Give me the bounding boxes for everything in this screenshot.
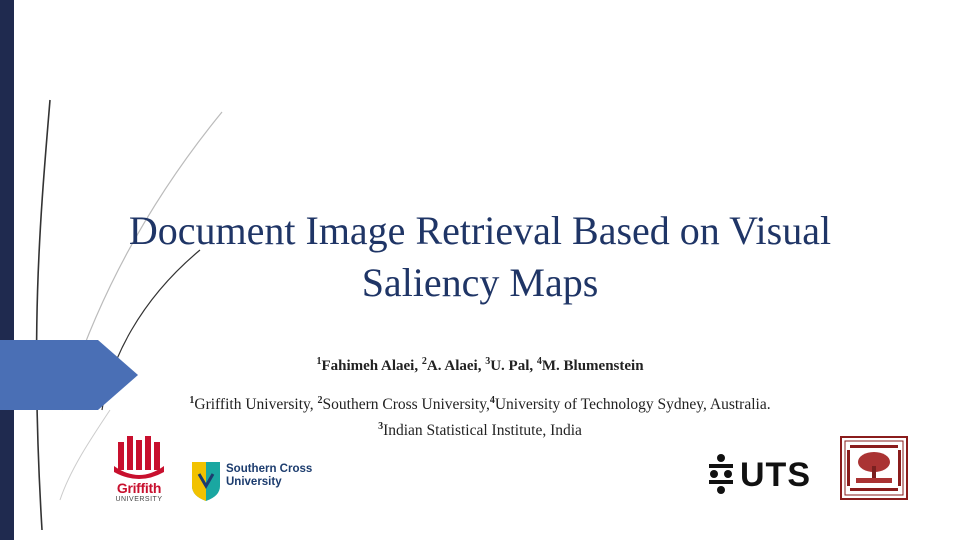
isi-seal-logo xyxy=(840,436,908,500)
uts-logo: UTS xyxy=(706,452,822,500)
left-accent-bar xyxy=(0,0,14,540)
affil-2: Southern Cross University, xyxy=(322,396,490,413)
affil-1: Griffith University, xyxy=(194,396,318,413)
uts-emblem-icon xyxy=(709,454,733,494)
author-4: M. Blumenstein xyxy=(541,358,644,374)
affiliations: 1Griffith University, 2Southern Cross Un… xyxy=(110,390,850,442)
isi-seal-icon xyxy=(840,436,908,500)
scu-wordmark: Southern Cross University xyxy=(226,463,312,489)
affil-3: Indian Statistical Institute, India xyxy=(383,422,582,439)
griffith-subtext: UNIVERSITY xyxy=(115,496,163,503)
uts-wordmark: UTS xyxy=(740,456,811,494)
griffith-emblem-icon xyxy=(114,436,164,479)
scu-shield-icon xyxy=(192,462,220,501)
author-list: 1Fahimeh Alaei, 2A. Alaei, 3U. Pal, 4M. … xyxy=(180,356,780,375)
author-1: Fahimeh Alaei, xyxy=(321,358,422,374)
griffith-wordmark: Griffith xyxy=(116,480,162,496)
affiliations-line-1: 1Griffith University, 2Southern Cross Un… xyxy=(110,390,850,416)
author-3: U. Pal, xyxy=(490,358,537,374)
scu-logo: Southern Cross University xyxy=(190,460,320,504)
griffith-logo: Griffith UNIVERSITY xyxy=(108,436,170,506)
affiliations-line-2: 3Indian Statistical Institute, India xyxy=(110,416,850,442)
scu-line-1: Southern Cross xyxy=(226,463,313,475)
author-2: A. Alaei, xyxy=(426,358,486,374)
affil-4: University of Technology Sydney, Austral… xyxy=(494,396,771,413)
scu-line-2: University xyxy=(226,476,282,488)
slide-title: Document Image Retrieval Based on Visual… xyxy=(128,208,832,305)
